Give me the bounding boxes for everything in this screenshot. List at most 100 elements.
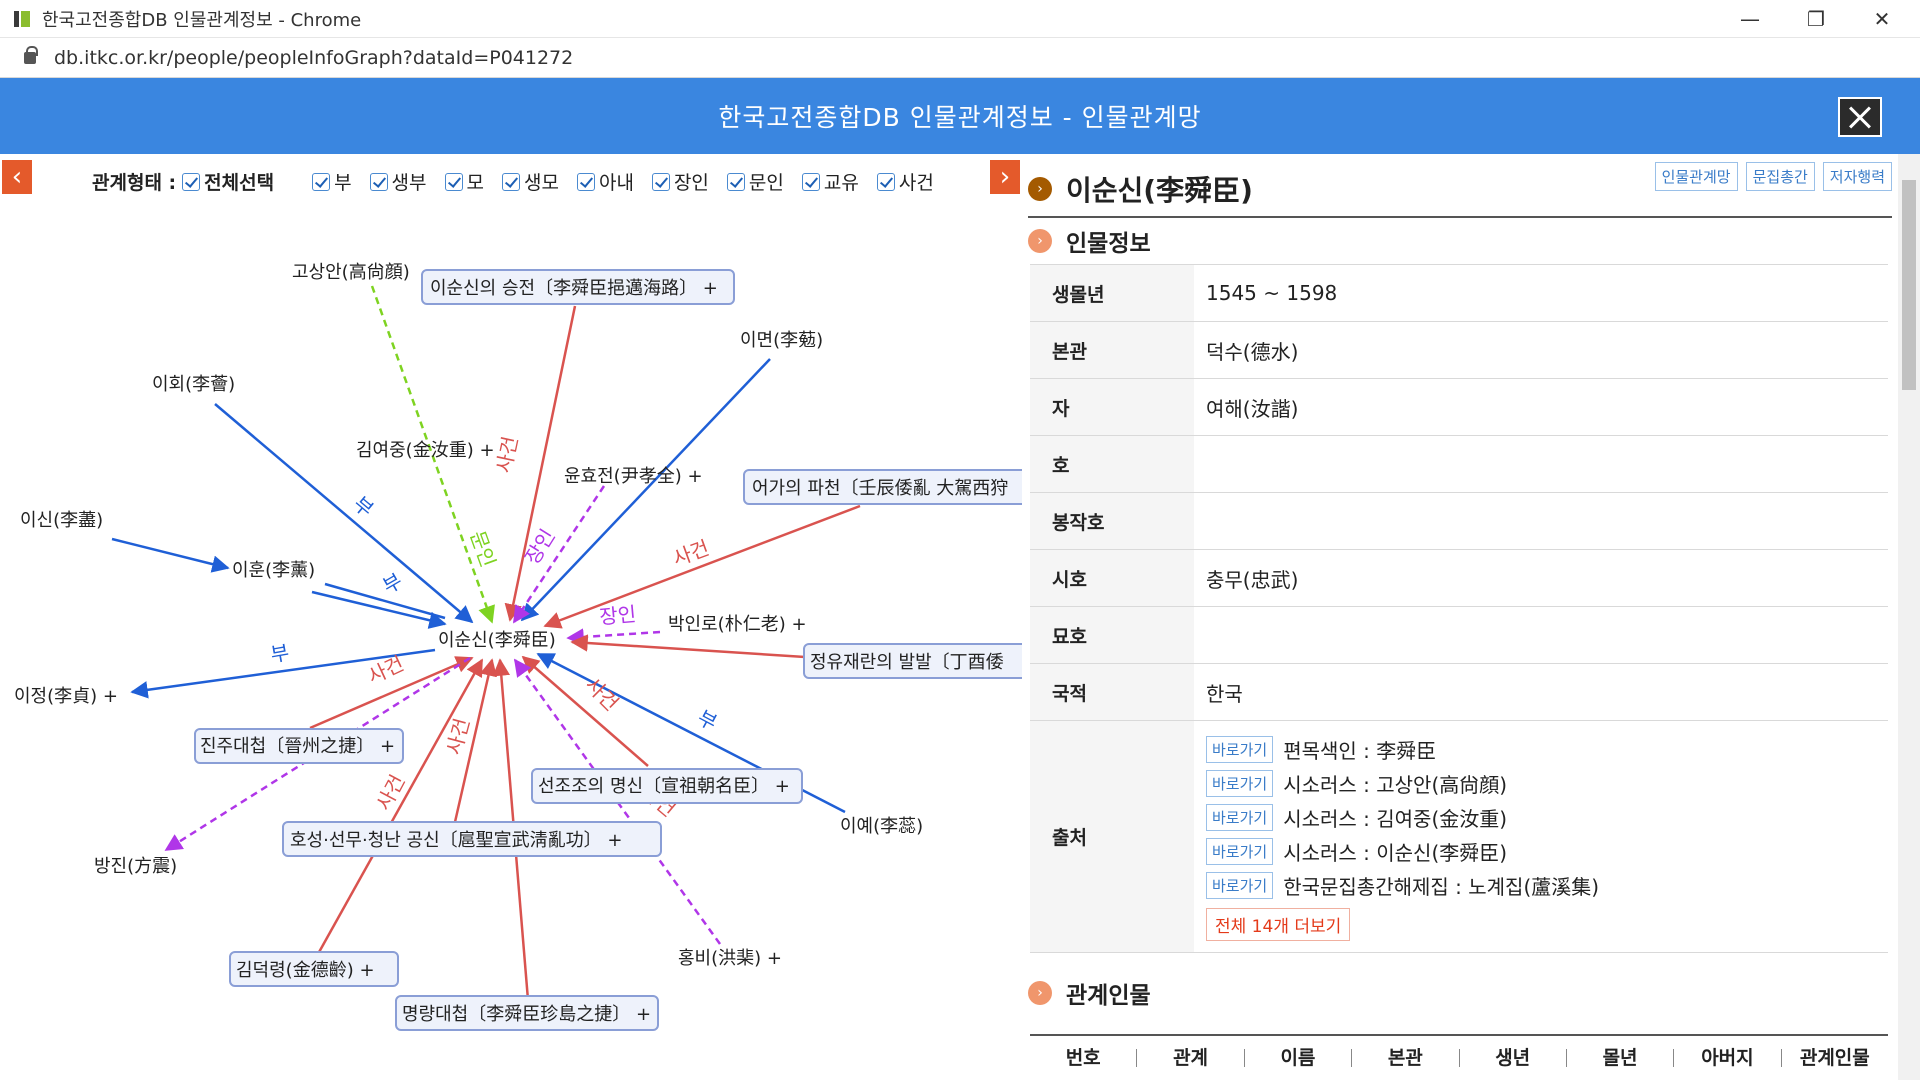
goto-button[interactable]: 바로가기 [1206,735,1274,763]
minimize-icon[interactable]: — [1720,0,1780,38]
node-gimyeojung[interactable]: 김여중(金汝重) + [356,440,495,461]
info-value [1194,492,1888,550]
next-arrow-icon[interactable]: › [990,160,1020,194]
scroll-thumb[interactable] [1902,180,1916,390]
node-victory[interactable]: 이순신의 승전〔李舜臣挹邁海路〕 + [430,278,718,299]
node-ihoe[interactable]: 이회(李薈) [152,374,235,395]
info-key: 자 [1030,378,1194,436]
person-info-table: 생몰년 1545 ~ 1598 본관 덕수(德水) 자 여해(汝諧) 호 봉작호 시호… [1030,264,1888,953]
checkbox-icon[interactable] [444,172,463,191]
checkbox-icon[interactable] [651,172,670,191]
relations-section-header: › 관계인물 [1028,976,1151,1010]
filter-wife[interactable]: 아내 [576,168,634,195]
node-bakinro[interactable]: 박인로(朴仁老) + [668,614,807,635]
info-value: 충무(忠武) [1194,549,1888,607]
info-value [1194,435,1888,493]
checkbox-icon[interactable] [726,172,745,191]
info-value [1194,606,1888,664]
filter-father-in-law[interactable]: 장인 [651,168,709,195]
edge-label: 부 [349,491,379,521]
node-seonjo[interactable]: 선조조의 명신〔宣祖朝名臣〕 + [538,776,790,797]
source-text: 시소러스 : 고상안(高尙顔) [1283,772,1508,797]
goto-button[interactable]: 바로가기 [1206,837,1274,865]
node-flight[interactable]: 어가의 파천〔壬辰倭亂 大駕西狩 [752,478,1008,499]
filter-disciple[interactable]: 문인 [726,168,784,195]
tab-author-chronology[interactable]: 저자행력 [1822,162,1892,191]
node-bangjin[interactable]: 방진(方震) [94,856,177,877]
tab-collection[interactable]: 문집총간 [1745,162,1815,191]
checkbox-icon[interactable] [312,172,331,191]
node-ihun[interactable]: 이훈(李薰) [232,560,315,581]
info-key: 시호 [1030,549,1194,607]
filter-father[interactable]: 부 [312,168,352,195]
filter-select-all[interactable]: 전체선택 [182,168,274,195]
checkbox-icon[interactable] [502,172,520,191]
node-iye[interactable]: 이예(李蕊) [840,816,923,837]
filter-birth-mother[interactable]: 생모 [502,168,559,195]
column-header: 생년 [1460,1049,1567,1068]
section-title: 인물정보 [1066,231,1151,257]
info-key: 출처 [1030,720,1194,953]
checkbox-icon[interactable] [576,172,595,191]
tab-relation-graph[interactable]: 인물관계망 [1654,162,1738,191]
node-gosangan[interactable]: 고상안(高尙顔) [292,262,410,283]
edge-label: 사건 [491,434,522,475]
node-jeongyu[interactable]: 정유재란의 발발〔丁酉倭 [810,652,1004,673]
goto-button[interactable]: 바로가기 [1206,769,1274,797]
url-text[interactable]: db.itkc.or.kr/people/peopleInfoGraph?dat… [54,47,573,69]
scrollbar[interactable] [1898,154,1920,1080]
node-myeongnyang[interactable]: 명량대첩〔李舜臣珍島之捷〕 + [402,1004,651,1025]
edge-label: 부 [379,568,407,598]
column-header: 아버지 [1674,1049,1782,1068]
filter-item-label: 문인 [748,172,784,194]
node-yunhyojeon[interactable]: 윤효전(尹孝全) + [564,466,703,487]
info-value: 덕수(德水) [1194,321,1888,379]
filter-mother[interactable]: 모 [444,168,484,195]
filter-item-label: 장인 [673,172,709,194]
close-window-icon[interactable]: ✕ [1852,0,1912,38]
source-text: 한국문집총간해제집 : 노계집(蘆溪集) [1283,874,1600,899]
node-hoseong[interactable]: 호성·선무·청난 공신〔扈聖宣武淸亂功〕 + [290,830,622,851]
edge-label: 부 [269,640,291,667]
checkbox-icon[interactable] [369,172,388,191]
edge-label: 사건 [371,771,409,815]
edge-label: 부 [694,705,722,735]
goto-button[interactable]: 바로가기 [1206,803,1274,831]
source-item: 바로가기 시소러스 : 이순신(李舜臣) [1206,834,1888,868]
person-name: 이순신(李舜臣) [1066,174,1253,207]
page-title: 한국고전종합DB 인물관계정보 - 인물관계망 [718,103,1202,132]
node-isin[interactable]: 이신(李藎) [20,510,103,531]
show-more-button[interactable]: 전체 14개 더보기 [1206,908,1351,941]
restore-icon[interactable]: ❐ [1786,0,1846,38]
address-bar[interactable]: db.itkc.or.kr/people/peopleInfoGraph?dat… [0,38,1920,78]
edge-isin [111,537,230,573]
sources-cell: 바로가기 편목색인 : 李舜臣 바로가기 시소러스 : 고상안(高尙顔) 바로가기 시… [1194,720,1888,953]
column-header: 본관 [1352,1049,1460,1068]
prev-arrow-icon[interactable]: ‹ [2,160,32,194]
column-header: 이름 [1245,1049,1353,1068]
goto-button[interactable]: 바로가기 [1206,871,1274,899]
info-key: 봉작호 [1030,492,1194,550]
node-hongbi[interactable]: 홍비(洪棐) + [678,948,782,969]
node-gimdeokryeong[interactable]: 김덕령(金德齡) + [236,960,375,981]
checkbox-icon[interactable] [801,172,820,191]
node-imyeon[interactable]: 이면(李葂) [740,330,823,351]
checkbox-icon[interactable] [182,172,201,191]
filter-event[interactable]: 사건 [876,168,934,195]
node-jinju[interactable]: 진주대첩〔晉州之捷〕 + [200,736,395,757]
edge-ihun [311,590,447,629]
filter-item-label: 전체선택 [204,172,275,194]
info-section-header: › 인물정보 [1028,224,1151,258]
filter-item-label: 모 [466,172,484,194]
close-popup-button[interactable] [1838,97,1882,137]
filter-birth-father[interactable]: 생부 [369,168,427,195]
info-value: 한국 [1194,663,1888,721]
edge-jeongyu [570,634,806,659]
node-center[interactable]: 이순신(李舜臣) [438,630,556,651]
node-ijeong[interactable]: 이정(李貞) + [14,686,118,707]
edge-bakinro [566,628,661,646]
edge-label: 사건 [364,651,408,688]
filter-friendship[interactable]: 교유 [801,168,859,195]
checkbox-icon[interactable] [876,172,895,191]
filter-item-label: 아내 [598,172,634,194]
